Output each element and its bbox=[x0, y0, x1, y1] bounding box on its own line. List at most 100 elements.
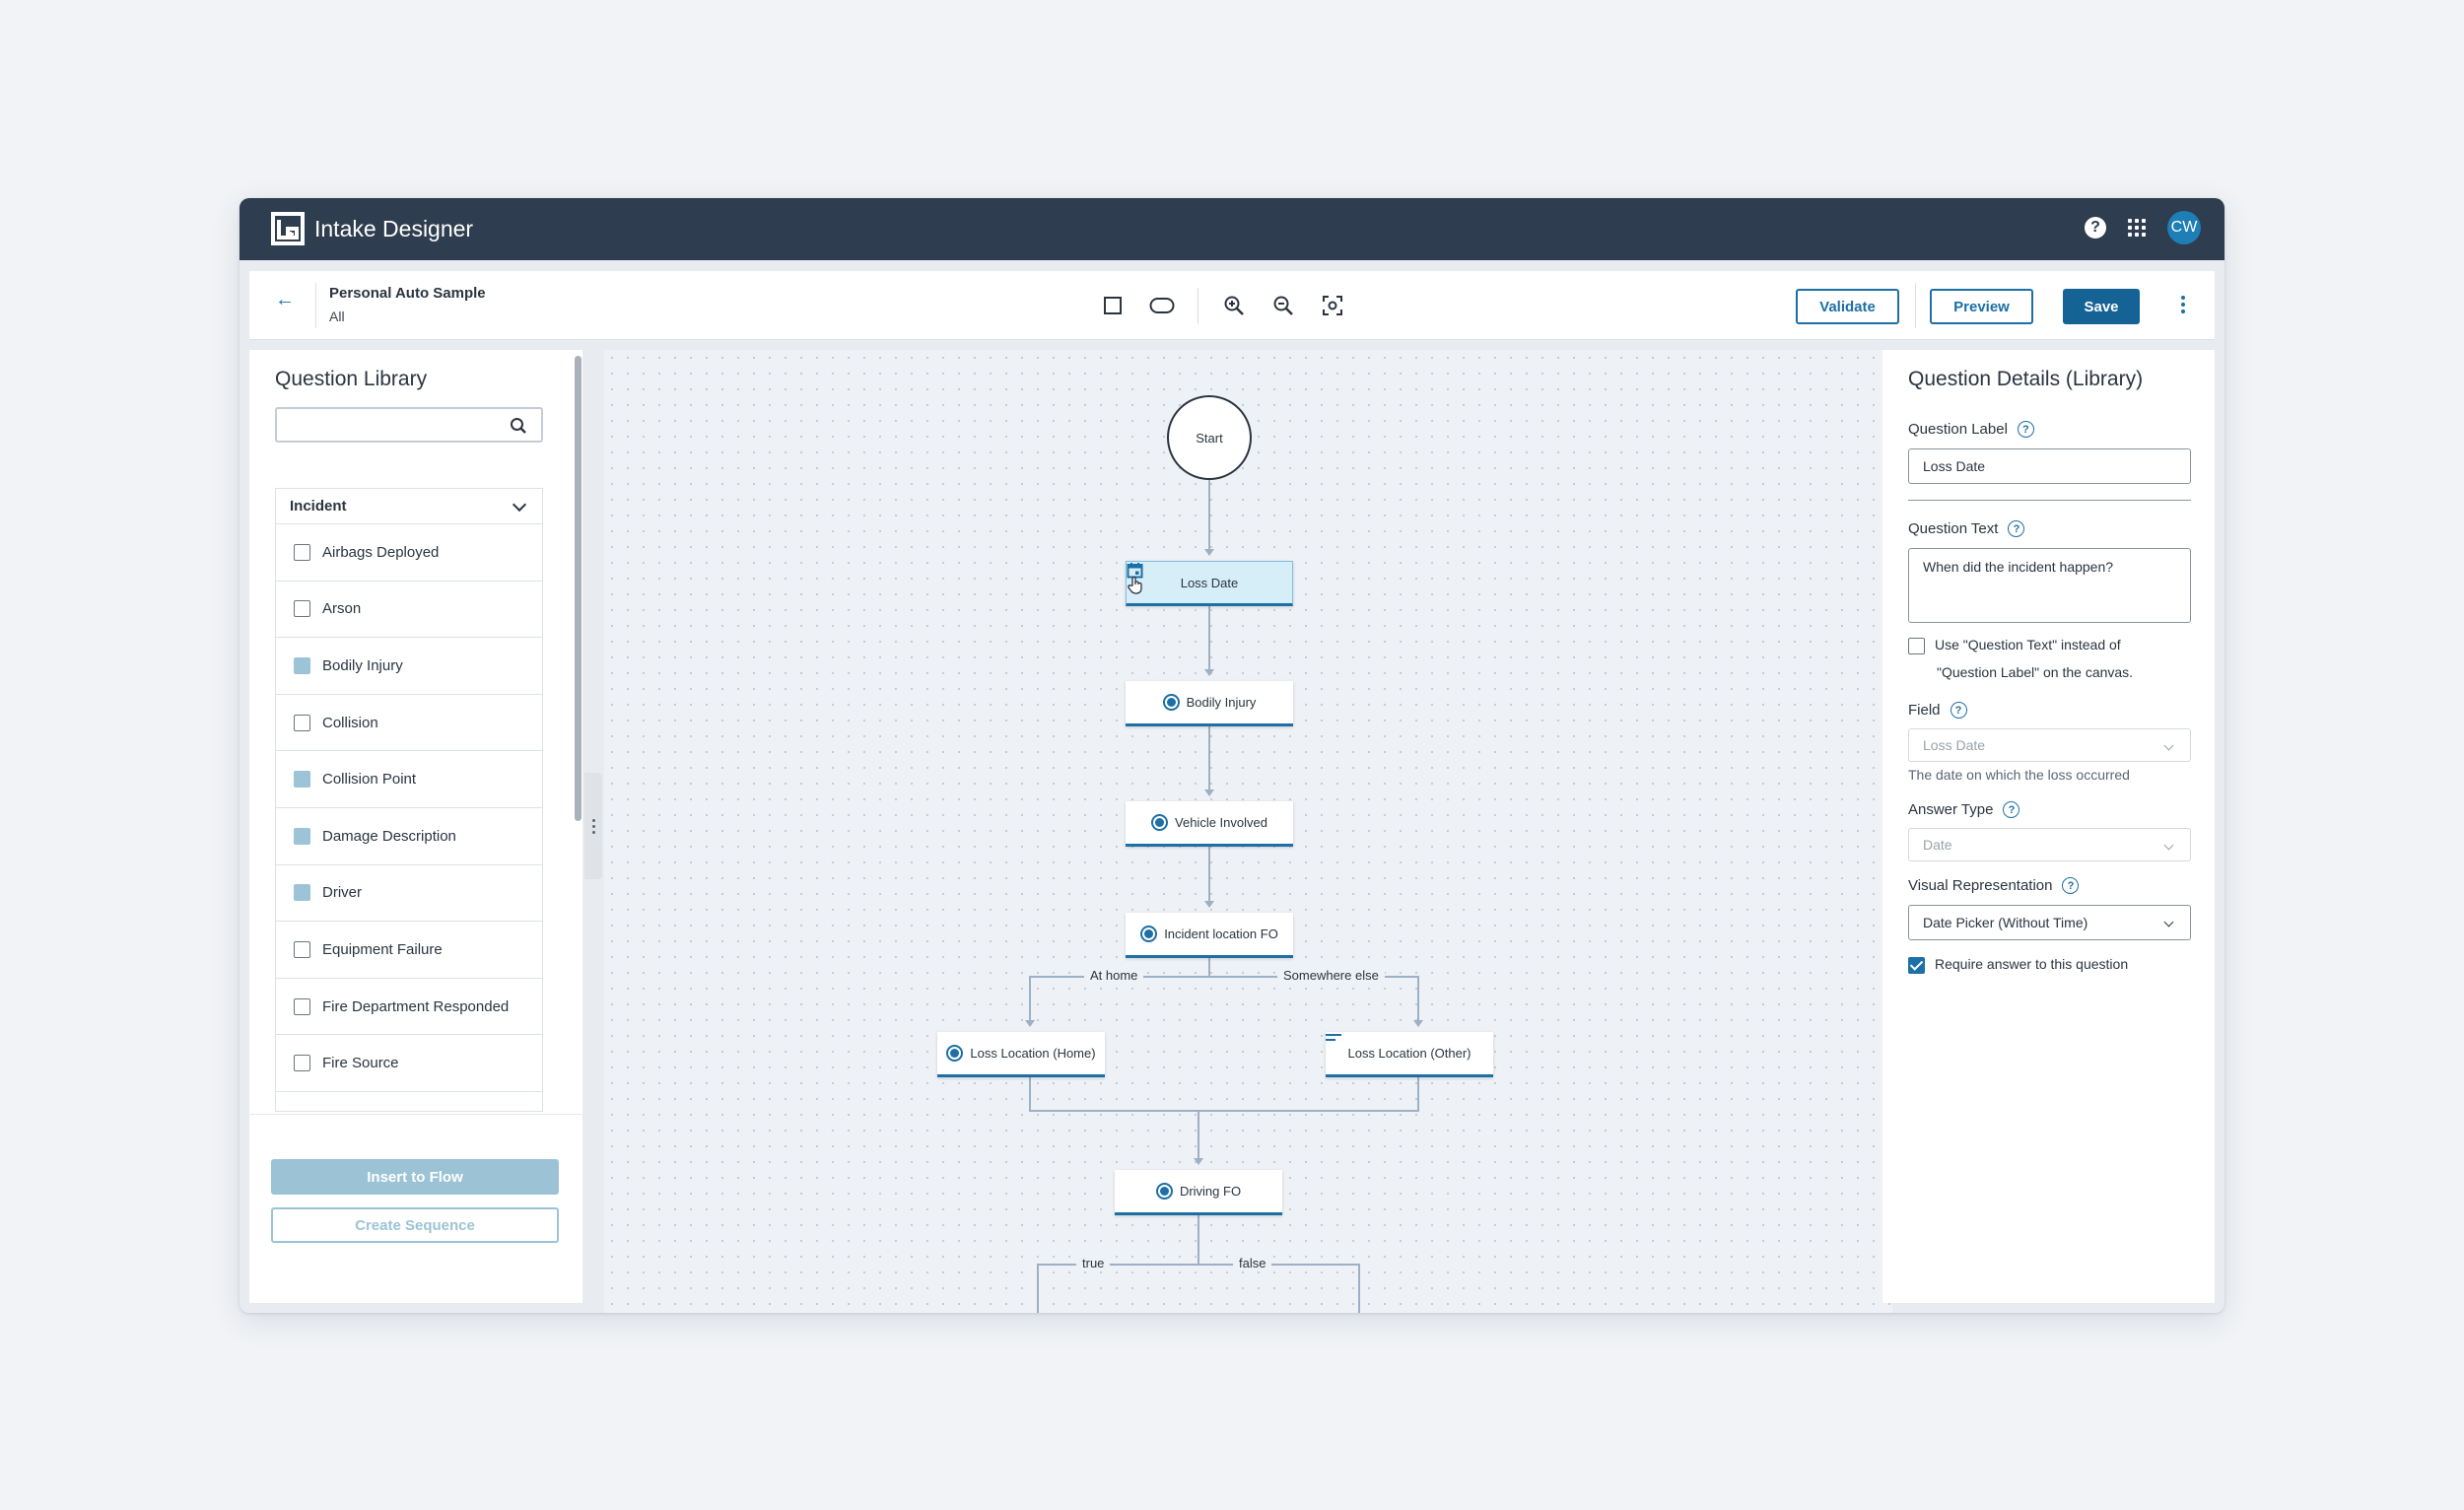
help-icon[interactable]: ? bbox=[2008, 520, 2025, 537]
question-details-panel: Question Details (Library) Question Labe… bbox=[1882, 350, 2215, 1303]
preview-button[interactable]: Preview bbox=[1930, 289, 2033, 324]
checkbox[interactable] bbox=[294, 940, 310, 958]
use-question-text-checkbox-row[interactable]: Use "Question Text" instead of "Question… bbox=[1908, 631, 2133, 686]
node-label: Loss Date bbox=[1180, 575, 1239, 590]
node-label: Driving FO bbox=[1179, 1184, 1242, 1199]
list-item-label: Driver bbox=[322, 884, 362, 902]
node-label: Incident location FO bbox=[1164, 927, 1278, 941]
checkbox[interactable] bbox=[1908, 637, 1925, 654]
field-select: Loss Date bbox=[1908, 728, 2191, 762]
list-item[interactable]: Bodily Injury bbox=[276, 638, 542, 695]
list-item[interactable]: Fire Department Responded bbox=[276, 979, 542, 1036]
node-label: Loss Location (Home) bbox=[970, 1046, 1096, 1061]
flow-node-vehicle-involved[interactable]: Vehicle Involved bbox=[1126, 801, 1293, 847]
panel-title: Question Library bbox=[275, 368, 428, 390]
checkbox[interactable] bbox=[294, 714, 310, 731]
flow-canvas[interactable]: Start Loss Date Bodily Injury Vehicle In… bbox=[604, 350, 1892, 1313]
top-bar: Intake Designer ? CW bbox=[240, 198, 2224, 260]
library-search-input[interactable] bbox=[275, 407, 543, 443]
zoom-out-icon[interactable] bbox=[1269, 292, 1297, 319]
fit-to-screen-icon[interactable] bbox=[1319, 292, 1346, 319]
save-button[interactable]: Save bbox=[2063, 289, 2140, 324]
help-icon[interactable]: ? bbox=[2062, 877, 2080, 894]
field-label: Field ? bbox=[1908, 702, 1967, 719]
flow-node-bodily-injury[interactable]: Bodily Injury bbox=[1126, 681, 1293, 726]
list-item[interactable]: Collision Point bbox=[276, 751, 542, 808]
checkbox-checked[interactable] bbox=[294, 884, 310, 902]
list-item[interactable]: Collision bbox=[276, 695, 542, 752]
library-scrollbar[interactable] bbox=[575, 356, 582, 821]
edge-label-at-home: At home bbox=[1084, 968, 1144, 983]
question-library-panel: Question Library Incident Airbags Deploy… bbox=[249, 350, 582, 1303]
create-sequence-button[interactable]: Create Sequence bbox=[271, 1207, 559, 1243]
list-item-label: Bodily Injury bbox=[322, 656, 403, 674]
chevron-down-icon bbox=[2163, 740, 2174, 751]
document-title: Personal Auto Sample bbox=[329, 285, 486, 302]
checkbox-checked[interactable] bbox=[1908, 956, 1925, 974]
question-label-input[interactable]: Loss Date bbox=[1908, 448, 2191, 484]
node-label: Vehicle Involved bbox=[1175, 815, 1267, 830]
flow-node-loss-date[interactable]: Loss Date bbox=[1126, 561, 1293, 606]
help-icon[interactable]: ? bbox=[1950, 702, 1967, 719]
question-text-textarea[interactable]: When did the incident happen? bbox=[1908, 548, 2191, 623]
apps-grid-icon[interactable] bbox=[2128, 219, 2146, 237]
list-item-label: Damage Description bbox=[322, 827, 456, 845]
require-answer-checkbox-row[interactable]: Require answer to this question bbox=[1908, 950, 2128, 978]
checkbox[interactable] bbox=[294, 600, 310, 618]
checkbox-checked[interactable] bbox=[294, 656, 310, 674]
node-label: Loss Location (Other) bbox=[1347, 1046, 1472, 1061]
toolbar: ← Personal Auto Sample All Validate Prev bbox=[249, 271, 2215, 340]
radio-icon bbox=[1155, 1183, 1173, 1200]
help-icon[interactable]: ? bbox=[2085, 217, 2106, 239]
avatar[interactable]: CW bbox=[2167, 211, 2201, 244]
field-help-text: The date on which the loss occurred bbox=[1908, 767, 2130, 783]
rounded-node-icon[interactable] bbox=[1148, 292, 1176, 319]
validate-button[interactable]: Validate bbox=[1796, 289, 1899, 324]
help-icon[interactable]: ? bbox=[2017, 421, 2034, 438]
divider bbox=[1908, 500, 2191, 501]
visual-representation-select[interactable]: Date Picker (Without Time) bbox=[1908, 905, 2191, 940]
list-item[interactable]: Driver bbox=[276, 865, 542, 923]
list-item-label: Arson bbox=[322, 600, 362, 618]
label-text: Field bbox=[1908, 702, 1941, 719]
more-options-icon[interactable] bbox=[2181, 296, 2185, 313]
insert-to-flow-button[interactable]: Insert to Flow bbox=[271, 1159, 559, 1195]
select-value: Date bbox=[1923, 837, 1952, 853]
library-actions: Insert to Flow Create Sequence bbox=[249, 1114, 582, 1303]
brand-logo-icon bbox=[271, 212, 305, 245]
start-node[interactable]: Start bbox=[1167, 395, 1252, 480]
rectangle-node-icon[interactable] bbox=[1099, 292, 1127, 319]
back-arrow-icon[interactable]: ← bbox=[275, 289, 295, 311]
flow-node-incident-location[interactable]: Incident location FO bbox=[1126, 913, 1293, 958]
help-icon[interactable]: ? bbox=[2003, 801, 2020, 818]
list-item-label: Collision bbox=[322, 714, 378, 731]
list-item[interactable]: Airbags Deployed bbox=[276, 524, 542, 582]
label-text: Question Text bbox=[1908, 520, 1999, 537]
list-item-label: Collision Point bbox=[322, 771, 417, 789]
document-subtitle: All bbox=[329, 309, 345, 324]
checkbox[interactable] bbox=[294, 1055, 310, 1072]
zoom-in-icon[interactable] bbox=[1220, 292, 1248, 319]
list-item[interactable]: Arson bbox=[276, 582, 542, 639]
list-item[interactable]: Fire Source bbox=[276, 1035, 542, 1092]
flow-node-loss-location-home[interactable]: Loss Location (Home) bbox=[937, 1032, 1105, 1077]
checkbox[interactable] bbox=[294, 543, 310, 561]
hand-cursor-icon bbox=[1128, 576, 1142, 594]
list-item[interactable]: Equipment Failure bbox=[276, 922, 542, 979]
label-text: Answer Type bbox=[1908, 801, 1994, 818]
list-item[interactable]: Damage Description bbox=[276, 808, 542, 865]
select-value: Loss Date bbox=[1923, 737, 1986, 753]
list-item-label: Fire Source bbox=[322, 1055, 399, 1072]
checkbox-checked[interactable] bbox=[294, 771, 310, 789]
flow-node-driving-fo[interactable]: Driving FO bbox=[1115, 1170, 1282, 1215]
search-icon bbox=[511, 418, 526, 434]
category-list: Incident Airbags Deployed Arson Bodily Inj… bbox=[275, 488, 543, 1112]
edge-label-true: true bbox=[1076, 1256, 1111, 1270]
label-text: Question Label bbox=[1908, 421, 2008, 438]
checkbox-checked[interactable] bbox=[294, 827, 310, 845]
flow-node-loss-location-other[interactable]: Loss Location (Other) bbox=[1326, 1032, 1493, 1077]
checkbox[interactable] bbox=[294, 997, 310, 1015]
category-dropdown[interactable]: Incident bbox=[276, 489, 542, 524]
select-value: Date Picker (Without Time) bbox=[1923, 915, 2088, 930]
panel-collapse-handle[interactable] bbox=[584, 773, 602, 879]
